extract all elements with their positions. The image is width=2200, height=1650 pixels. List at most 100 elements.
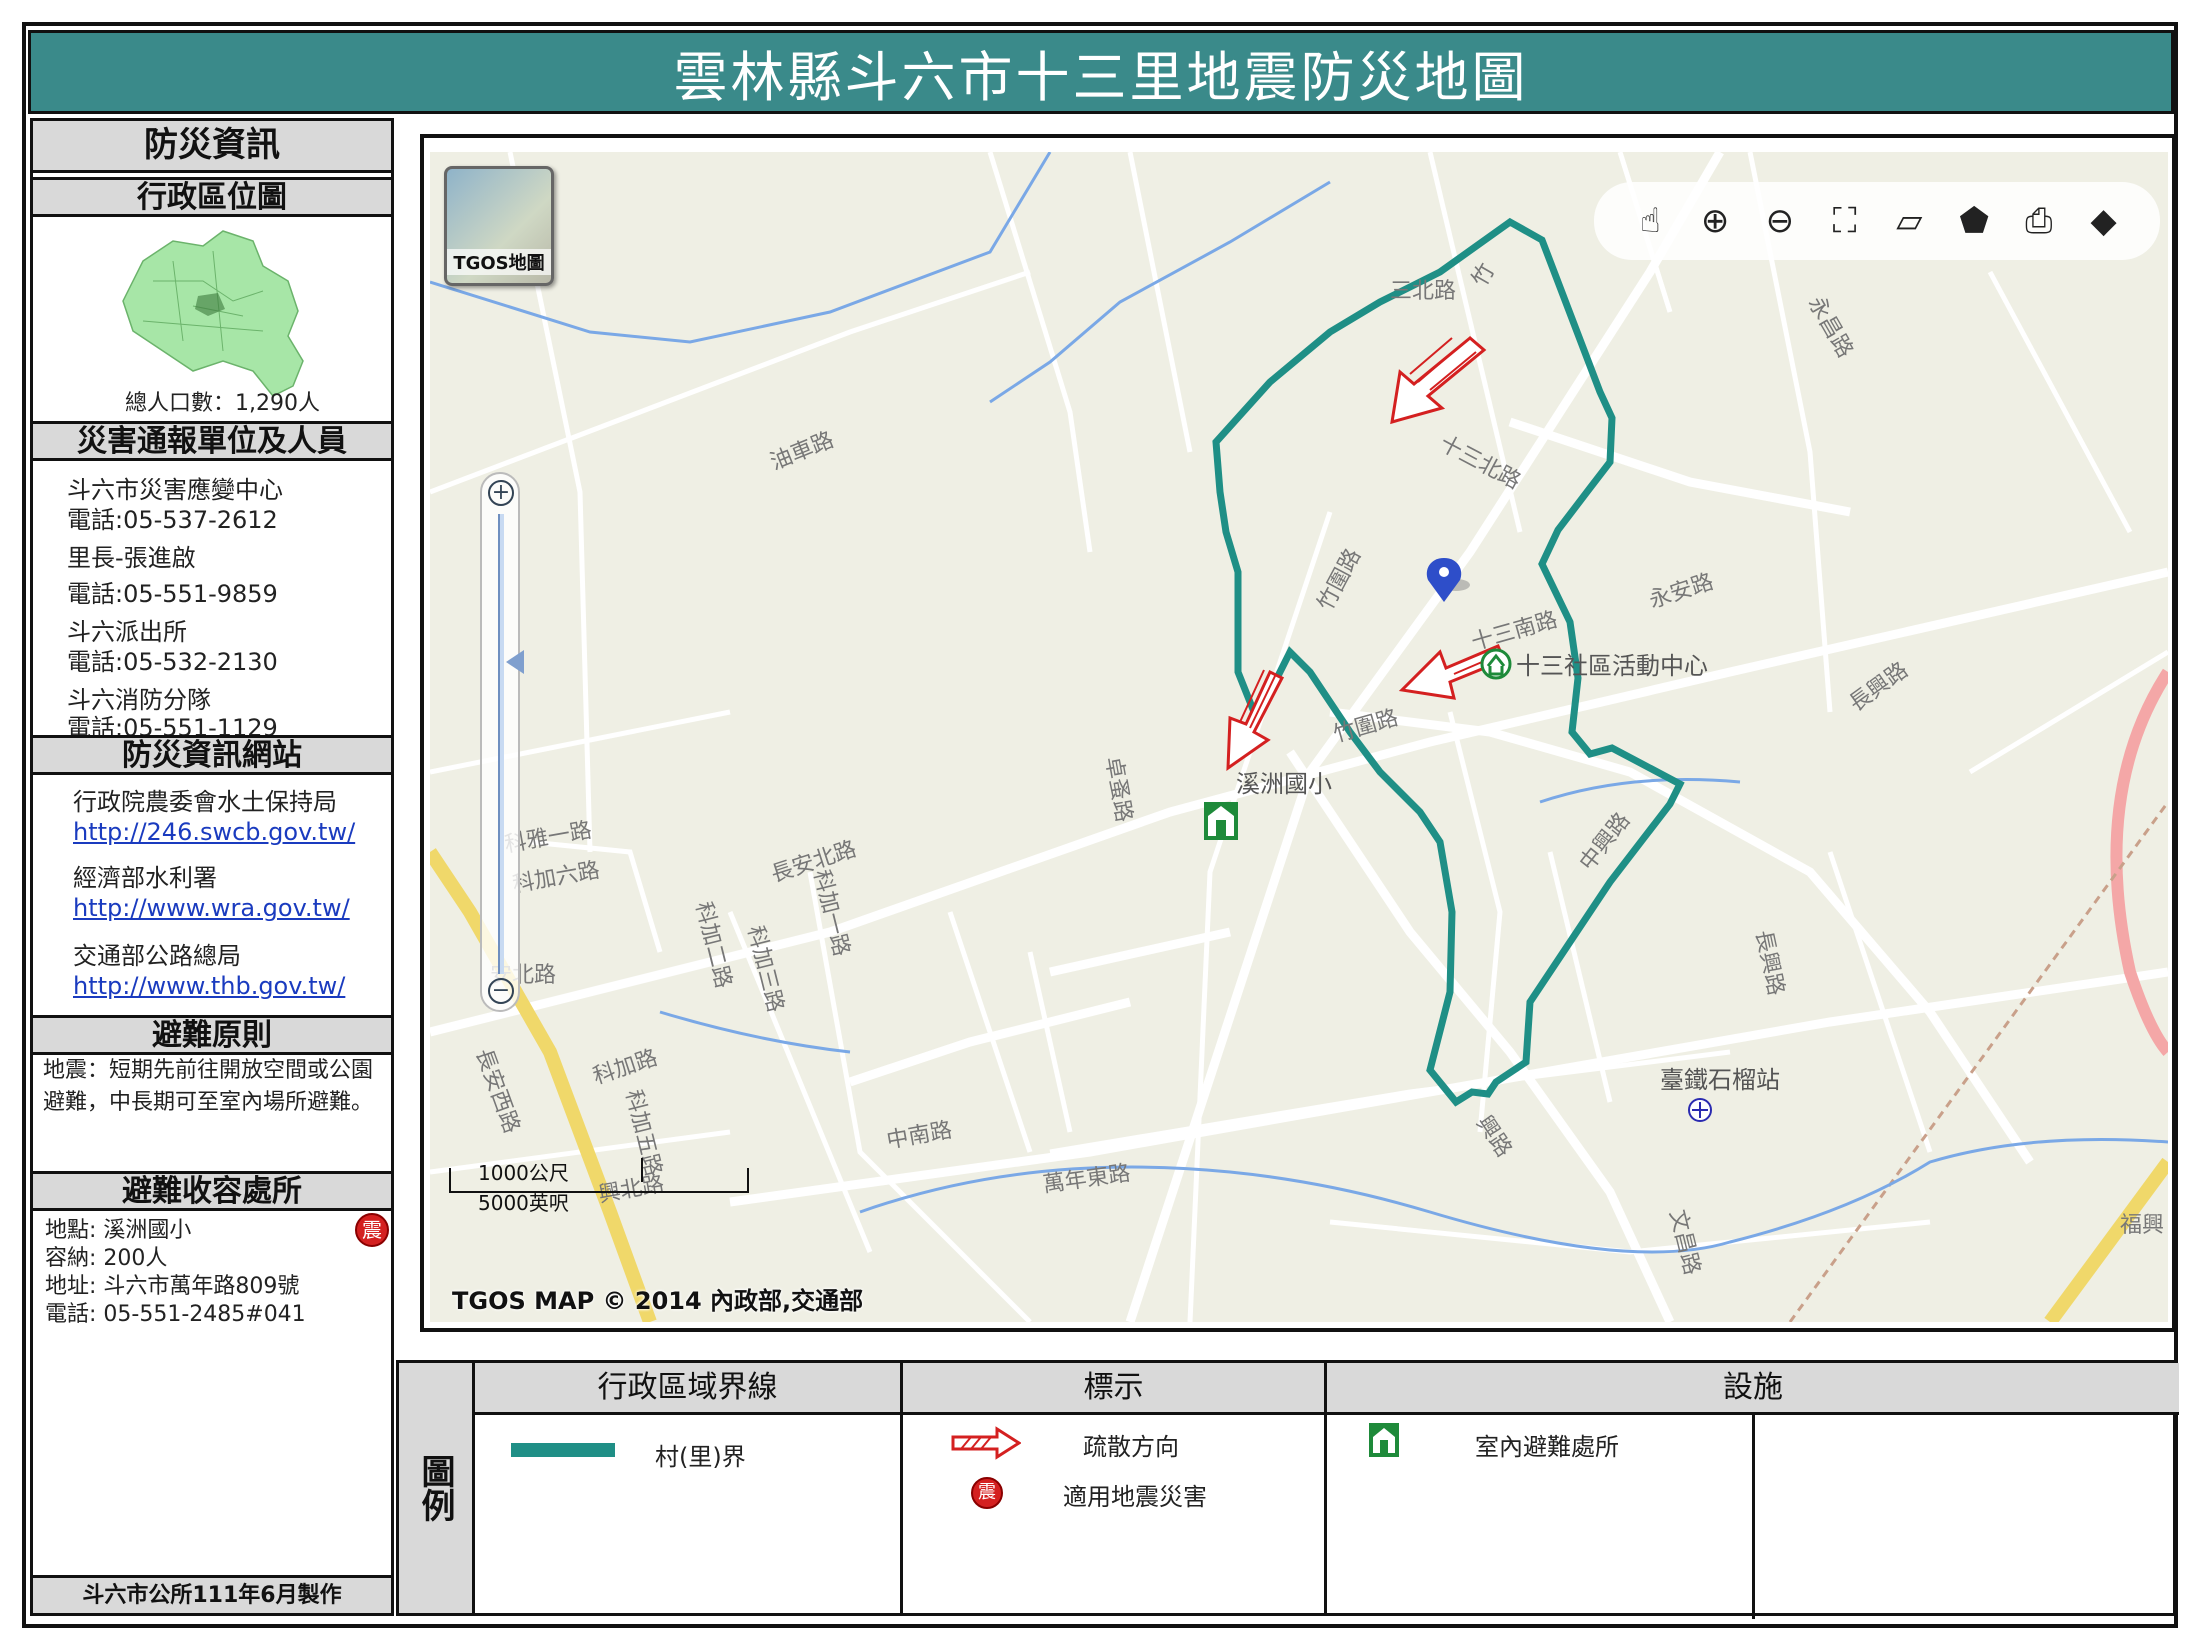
website-link[interactable]: http://www.thb.gov.tw/ [73, 969, 345, 1003]
info-panel: 防災資訊 行政區位圖 總人口數：1,290人 災害通報單位及人員 斗六市災害應變… [30, 118, 394, 1616]
road-label: 福興 [2120, 1213, 2164, 1238]
shelter-address: 地址: 斗六市萬年路809號 [45, 1274, 300, 1299]
legend-item-label: 疏散方向 [1083, 1433, 1179, 1461]
zoom-out-button[interactable]: − [488, 978, 514, 1004]
road-label: 永昌路 [1803, 293, 1858, 363]
road-label: 科加路 [590, 1046, 661, 1090]
legend-facility-divider [1752, 1415, 1755, 1619]
contact-name: 斗六派出所 [67, 618, 187, 646]
principles-text: 地震：短期先前往開放空間或公園避難，中長期可至室內場所避難。 [43, 1058, 374, 1115]
full-extent-icon[interactable]: ⛶ [1822, 198, 1868, 244]
info-panel-header: 防災資訊 [33, 121, 391, 173]
eraser-icon[interactable]: ◆ [2081, 198, 2127, 244]
road-label: 油車路 [767, 428, 838, 476]
highway-left [430, 848, 657, 1322]
evacuation-arrow-icon [951, 1426, 1021, 1460]
earthquake-badge-icon: 震 [355, 1213, 389, 1247]
title-bar: 雲林縣斗六市十三里地震防災地圖 [28, 30, 2174, 114]
website-link[interactable]: http://246.swcb.gov.tw/ [73, 815, 355, 849]
road-label: 萬年東路 [1041, 1161, 1132, 1198]
zoom-in-icon[interactable]: ⊕ [1692, 198, 1738, 244]
road-label: 十三北路 [1435, 431, 1524, 494]
shelter-header: 避難收容處所 [33, 1171, 391, 1211]
minor-roads [430, 152, 2168, 1322]
contact-name: 里長-張進啟 [67, 544, 196, 572]
shelter-capacity: 容納: 200人 [45, 1246, 168, 1271]
legend-column-markers: 標示 疏散方向 震 適用地震災害 [903, 1363, 1327, 1613]
zoom-handle-icon[interactable] [506, 650, 524, 674]
district-location-map [122, 230, 304, 397]
shelter-phone: 電話: 05-551-2485#041 [45, 1302, 306, 1327]
legend-item-label: 適用地震災害 [1063, 1483, 1207, 1511]
legend-item-label: 室內避難處所 [1475, 1433, 1619, 1461]
road-label: 長興路 [1750, 928, 1788, 998]
indoor-shelter-icon [1204, 802, 1238, 840]
tgos-thumb-label: TGOS地圖 [447, 249, 551, 275]
road-label: 興路 [1471, 1111, 1516, 1161]
activity-center-icon [1480, 648, 1512, 680]
measure-area-icon[interactable]: ⬟ [1951, 198, 1997, 244]
road-label: 竹 [1468, 259, 1501, 291]
evacuation-arrow-1 [1390, 336, 1487, 425]
road-label: 卓蚤路 [1100, 755, 1136, 824]
population-text: 總人口數：1,290人 [125, 391, 320, 416]
contact-phone: 電話:05-551-1129 [67, 714, 278, 735]
road-label: 文昌路 [1664, 1207, 1704, 1277]
legend-item-label: 村(里)界 [655, 1443, 746, 1471]
road-label: 永安路 [1646, 570, 1717, 614]
map-canvas[interactable]: 十三社區活動中心 溪洲國小 臺鐵石榴站 三北路 竹 油車路 十三北路 竹圍路 永… [430, 152, 2168, 1322]
zoom-in-button[interactable]: + [488, 480, 514, 506]
scale-imperial: 5000英呎 [478, 1191, 569, 1215]
legend-column-header: 設施 [1327, 1363, 2179, 1415]
website-name: 行政院農委會水土保持局 [73, 788, 337, 816]
legend-column-boundary: 行政區域界線 村(里)界 [475, 1363, 903, 1613]
scale-metric: 1000公尺 [478, 1161, 569, 1185]
zoom-slider[interactable]: + − [480, 472, 524, 1012]
tgos-basemap-thumbnail[interactable]: TGOS地圖 [444, 166, 554, 286]
hand-icon[interactable]: ☝ [1627, 198, 1673, 244]
measure-line-icon[interactable]: ▱ [1886, 198, 1932, 244]
road-label: 十三南路 [1469, 607, 1560, 655]
website-link[interactable]: http://www.wra.gov.tw/ [73, 891, 350, 925]
legend-column-facilities: 設施 室內避難處所 [1327, 1363, 2179, 1619]
major-roads [430, 152, 2168, 1322]
contact-phone: 電話:05-537-2612 [67, 506, 278, 534]
zoom-out-icon[interactable]: ⊖ [1757, 198, 1803, 244]
contact-phone: 電話:05-551-9859 [67, 580, 278, 608]
legend: 圖例 行政區域界線 村(里)界 標示 疏散方向 震 適用地震災害 設施 室內避難… [396, 1360, 2179, 1619]
road-label: 中南路 [885, 1118, 954, 1154]
contact-phone: 電話:05-532-2130 [67, 648, 278, 676]
activity-center-label: 十三社區活動中心 [1516, 652, 1708, 680]
legend-column-header: 標示 [903, 1363, 1324, 1415]
websites-header: 防災資訊網站 [33, 735, 391, 775]
earthquake-badge-icon: 震 [971, 1477, 1003, 1509]
road-label: 長興路 [1845, 658, 1913, 717]
legend-title: 圖例 [415, 1454, 455, 1522]
contact-name: 斗六市災害應變中心 [67, 476, 283, 504]
station-icon [1688, 1098, 1712, 1122]
print-icon[interactable]: ⎙ [2016, 198, 2062, 244]
road-label: 科加六路 [511, 858, 602, 898]
freeway [2110, 668, 2168, 1057]
website-name: 經濟部水利署 [73, 864, 217, 892]
indoor-shelter-icon [1369, 1423, 1399, 1457]
map-drawing: 十三社區活動中心 溪洲國小 臺鐵石榴站 三北路 竹 油車路 十三北路 竹圍路 永… [430, 152, 2168, 1322]
location-map-header: 行政區位圖 [33, 177, 391, 217]
legend-side-label: 圖例 [399, 1363, 475, 1613]
contacts-header: 災害通報單位及人員 [33, 421, 391, 461]
highway-right [2044, 1157, 2168, 1322]
footer-credit: 斗六市公所111年6月製作 [33, 1575, 391, 1613]
village-boundary-swatch [511, 1443, 615, 1457]
principles-header: 避難原則 [33, 1015, 391, 1055]
road-label: 興北路 [597, 1172, 666, 1208]
map-panel: 十三社區活動中心 溪洲國小 臺鐵石榴站 三北路 竹 油車路 十三北路 竹圍路 永… [420, 134, 2176, 1332]
legend-column-header: 行政區域界線 [475, 1363, 900, 1415]
station-label: 臺鐵石榴站 [1660, 1066, 1780, 1094]
zoom-track [498, 514, 504, 974]
map-toolbar: ☝ ⊕ ⊖ ⛶ ▱ ⬟ ⎙ ◆ [1594, 182, 2160, 260]
map-copyright: TGOS MAP © 2014 內政部,交通部 [452, 1287, 864, 1315]
page-title: 雲林縣斗六市十三里地震防災地圖 [673, 45, 1529, 109]
shelter-place: 地點: 溪洲國小 [45, 1218, 192, 1243]
school-label: 溪洲國小 [1236, 770, 1332, 798]
evacuation-arrow-3 [1226, 669, 1285, 771]
